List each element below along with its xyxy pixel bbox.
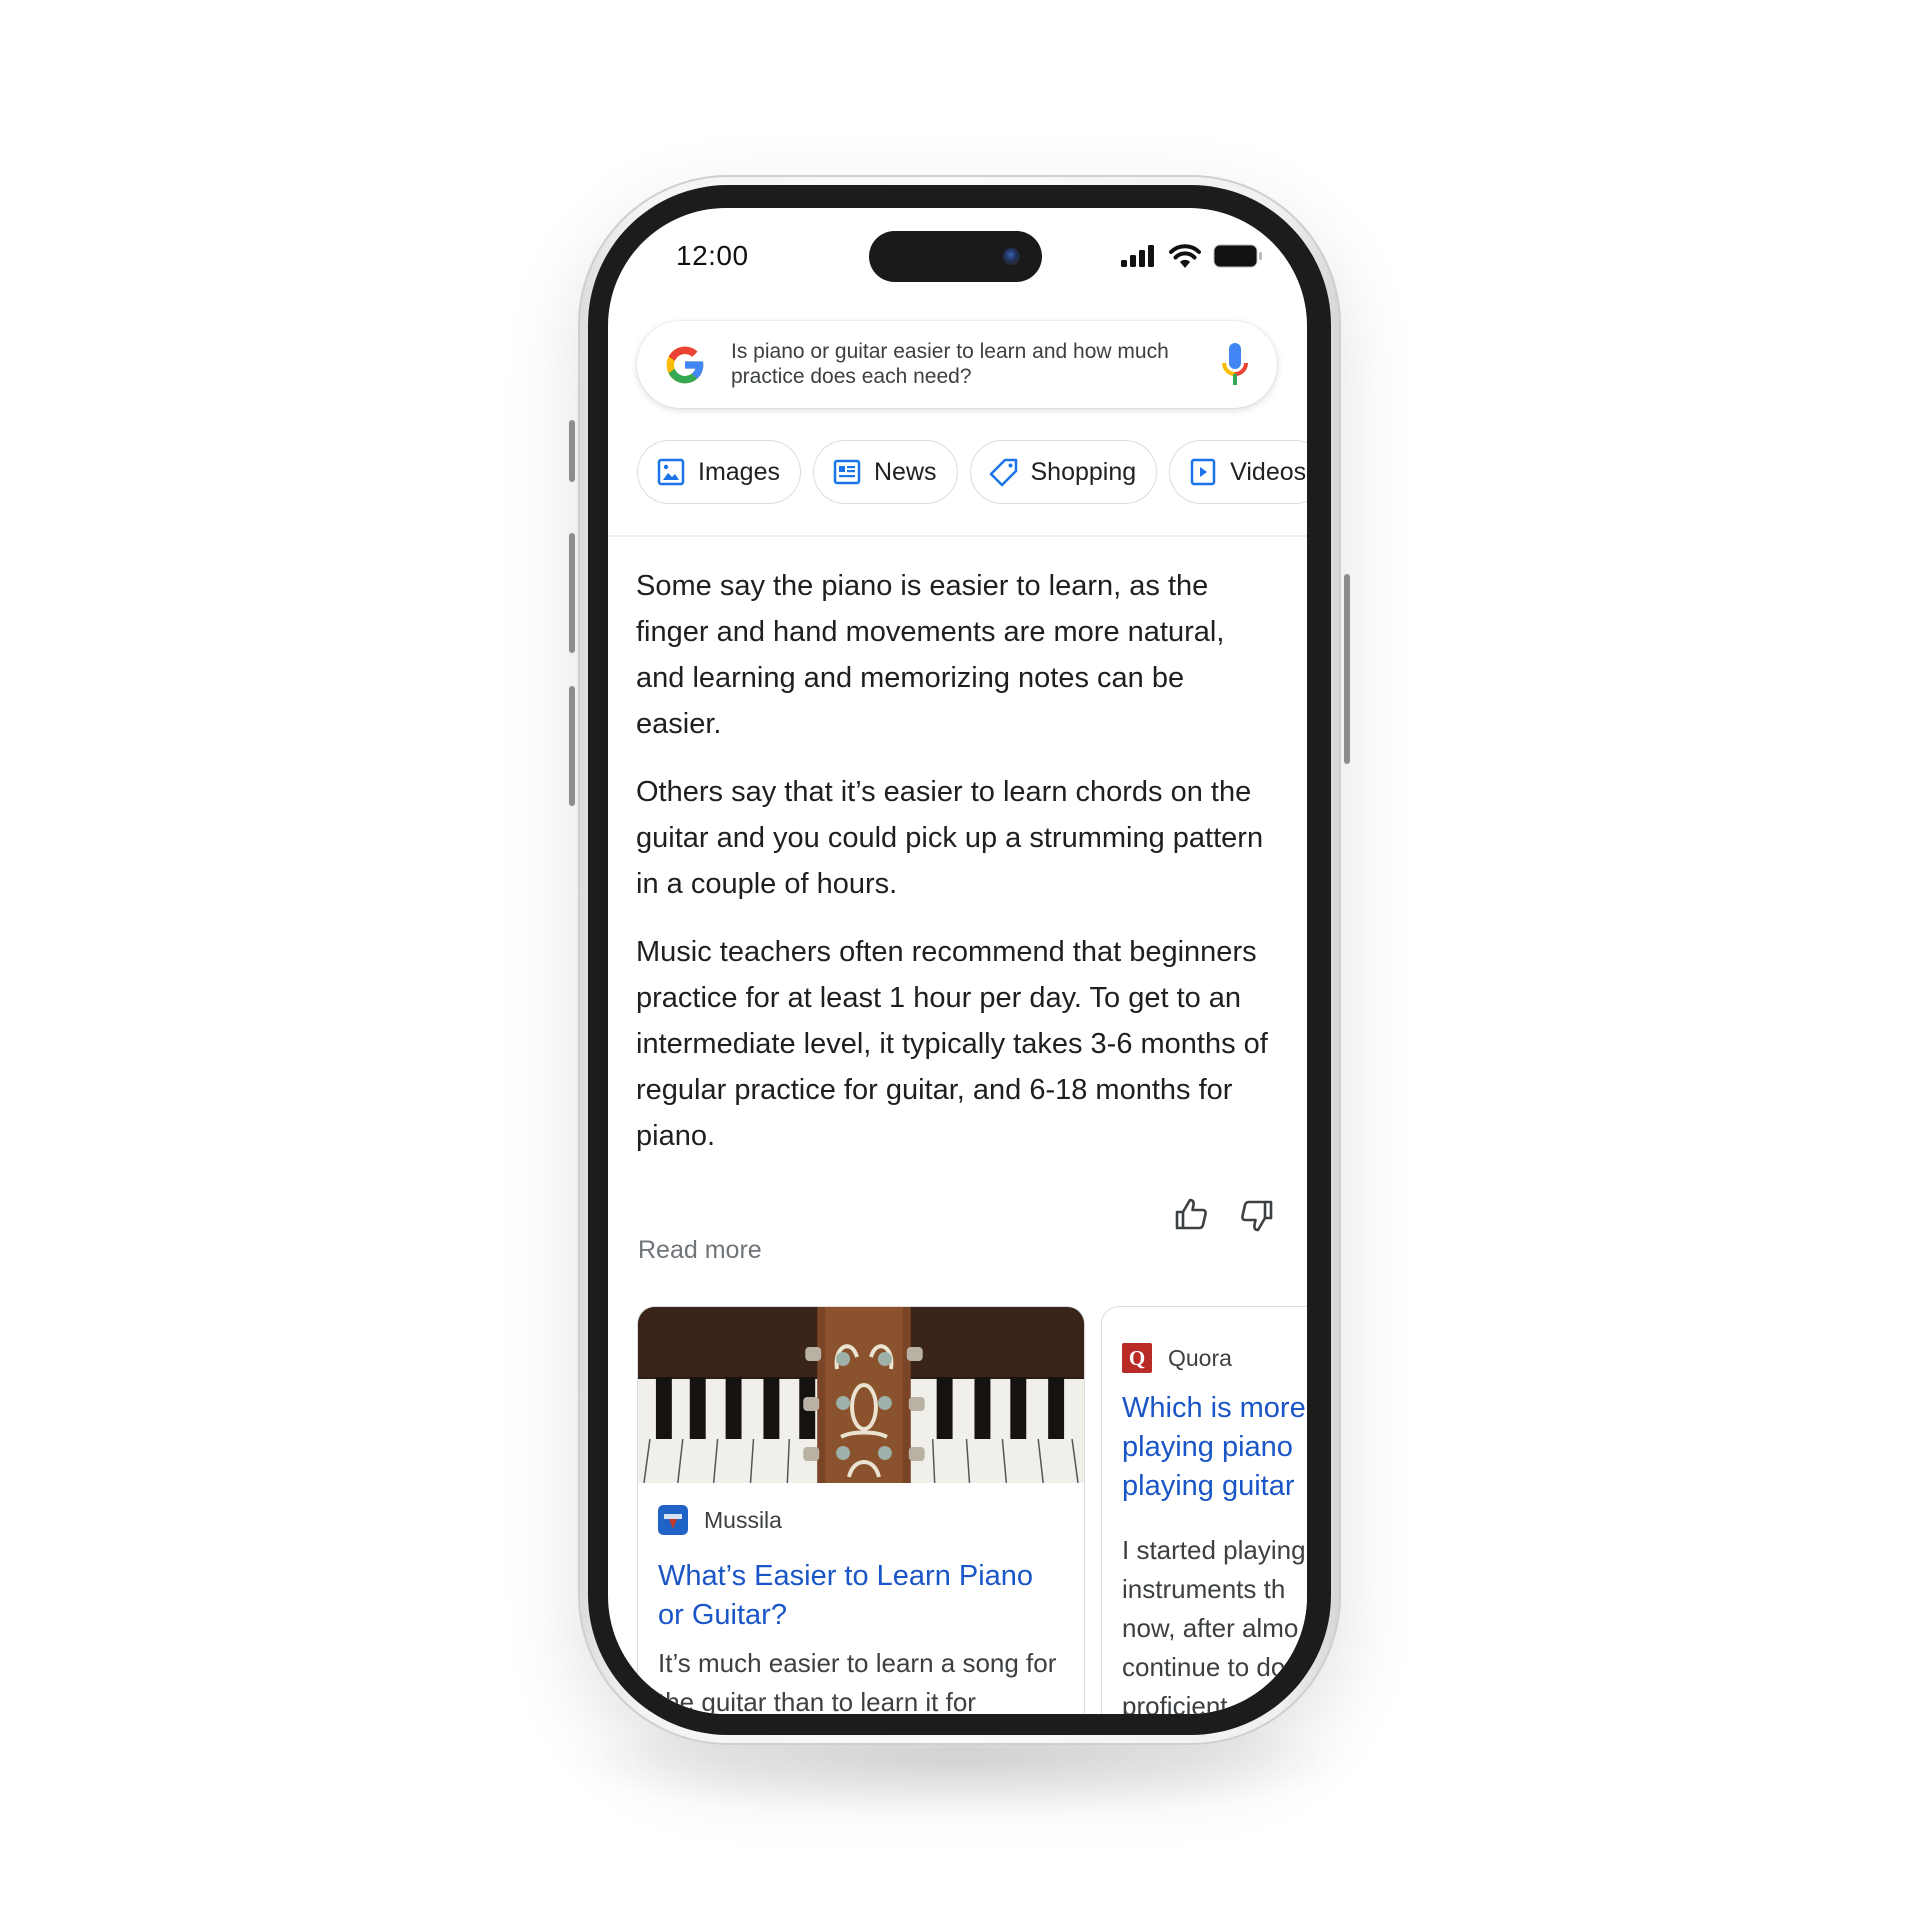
phone-screen: 12:00 Is piano or guitar easier to learn… [608,208,1307,1714]
status-icons [1121,244,1263,268]
card-title-link[interactable]: What’s Easier to Learn Piano or Guitar? [658,1557,1058,1635]
mussila-favicon [658,1505,688,1535]
card-snippet: It’s much easier to learn a song for the… [658,1648,1057,1714]
divider [608,535,1307,537]
chip-label: Videos [1230,457,1307,486]
ai-answer: Some say the piano is easier to learn, a… [636,563,1276,1181]
answer-paragraph: Music teachers often recommend that begi… [636,936,1268,1152]
chip-news[interactable]: News [812,440,958,504]
card-source: Q Quora [1122,1343,1232,1373]
mic-icon[interactable] [1219,341,1251,387]
answer-paragraph: Some say the piano is easier to learn, a… [636,570,1225,740]
news-icon [833,459,861,485]
chip-shopping[interactable]: Shopping [969,440,1158,504]
wifi-icon [1169,244,1201,268]
power-button [1344,574,1350,764]
source-name: Quora [1168,1344,1232,1371]
quora-favicon: Q [1122,1343,1152,1373]
card-image [638,1307,1084,1483]
source-card-quora[interactable]: Q Quora Which is more playing piano play… [1101,1306,1307,1714]
dynamic-island [869,231,1042,282]
battery-icon [1213,244,1262,268]
thumbs-down-icon[interactable] [1239,1198,1275,1234]
answer-paragraph: Others say that it’s easier to learn cho… [636,776,1264,900]
status-time: 12:00 [676,240,749,271]
image-icon [657,458,685,486]
chip-images[interactable]: Images [637,440,801,504]
source-card-mussila[interactable]: Mussila What’s Easier to Learn Piano or … [637,1306,1085,1714]
action-button [569,420,575,482]
source-name: Mussila [704,1506,782,1533]
chip-label: Shopping [1030,457,1137,486]
volume-up-button [569,533,575,653]
volume-down-button [569,686,575,806]
chip-videos[interactable]: Videos [1169,440,1307,504]
search-bar[interactable]: Is piano or guitar easier to learn and h… [637,321,1277,408]
camera-icon [1003,248,1020,265]
read-more-link[interactable]: Read more [638,1236,762,1265]
signal-icon [1121,245,1154,267]
card-title-link[interactable]: Which is more playing piano playing guit… [1122,1389,1307,1506]
play-icon [1190,458,1216,486]
svg-text:Q: Q [1129,1346,1145,1370]
chip-label: News [873,457,937,486]
search-query[interactable]: Is piano or guitar easier to learn and h… [731,339,1171,389]
search-filter-chips: Images News Shopping Videos [637,440,1307,504]
thumbs-up-icon[interactable] [1173,1196,1209,1232]
chip-label: Images [698,457,780,486]
google-logo [666,346,704,384]
tag-icon [989,458,1017,487]
card-source: Mussila [658,1505,782,1535]
card-snippet: I started playing instruments th now, af… [1122,1535,1306,1714]
